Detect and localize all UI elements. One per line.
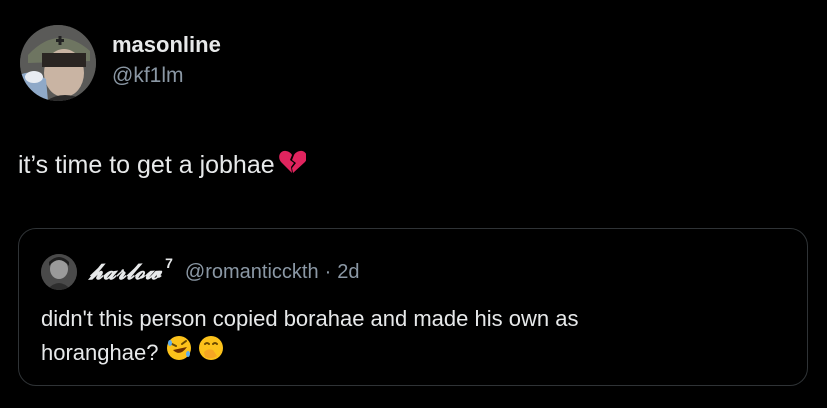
quoted-text-line-2: horanghae? — [41, 339, 159, 365]
quoted-tweet-header: 𝓱𝓪𝓻𝓵𝓸𝔀 7 @romanticckth · 2d — [41, 254, 360, 290]
quoted-separator: · — [324, 260, 332, 283]
author-handle[interactable]: @kf1lm — [112, 64, 184, 88]
author-display-name[interactable]: masonline — [112, 32, 221, 58]
quoted-handle[interactable]: @romanticckth — [185, 261, 319, 284]
quoted-text-line-2-row: horanghae? — [41, 335, 781, 370]
quoted-tweet-card[interactable]: 𝓱𝓪𝓻𝓵𝓸𝔀 7 @romanticckth · 2d didn't this … — [18, 228, 808, 386]
quoted-tweet-text: didn't this person copied borahae and ma… — [41, 303, 781, 370]
tweet-text-content: it’s time to get a jobhae — [18, 151, 275, 179]
hand-over-mouth-icon — [198, 335, 224, 370]
quoted-timestamp[interactable]: 2d — [337, 261, 359, 284]
quoted-display-name[interactable]: 𝓱𝓪𝓻𝓵𝓸𝔀 — [89, 259, 161, 285]
quoted-author-avatar[interactable] — [41, 254, 77, 290]
rolling-laughing-icon — [166, 335, 192, 370]
quoted-name-superscript: 7 — [165, 255, 173, 271]
quoted-text-line-1: didn't this person copied borahae and ma… — [41, 306, 579, 331]
author-avatar[interactable] — [20, 25, 96, 101]
broken-heart-icon — [278, 148, 307, 183]
tweet-text: it’s time to get a jobhae — [18, 148, 307, 183]
